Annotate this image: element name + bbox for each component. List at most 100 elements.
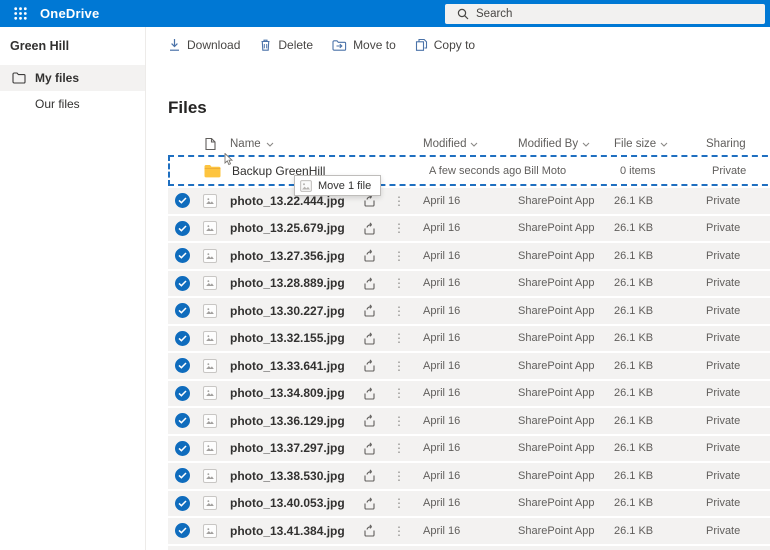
- move-to-button[interactable]: Move to: [332, 38, 396, 52]
- file-name[interactable]: photo_13.28.889.jpg: [224, 276, 359, 290]
- file-name[interactable]: photo_13.34.809.jpg: [224, 386, 359, 400]
- more-actions-button[interactable]: ⋮: [381, 470, 417, 482]
- selected-check-icon[interactable]: [174, 193, 190, 209]
- onedrive-app: OneDrive Search Green Hill My files Our …: [0, 0, 770, 550]
- more-actions-button[interactable]: ⋮: [381, 250, 417, 262]
- more-actions-button[interactable]: ⋮: [381, 332, 417, 344]
- table-row[interactable]: photo_13.25.679.jpg ⋮ April 16 SharePoin…: [168, 215, 770, 241]
- file-name[interactable]: photo_13.36.129.jpg: [224, 414, 359, 428]
- folder-icon: [12, 72, 26, 84]
- file-name[interactable]: photo_13.41.384.jpg: [224, 524, 359, 538]
- file-name[interactable]: photo_13.25.679.jpg: [224, 221, 359, 235]
- share-icon: [364, 222, 375, 235]
- table-row[interactable]: photo_13.28.889.jpg ⋮ April 16 SharePoin…: [168, 270, 770, 296]
- selected-check-icon[interactable]: [174, 358, 190, 374]
- selected-check-icon[interactable]: [174, 303, 190, 319]
- file-name[interactable]: photo_13.40.053.jpg: [224, 496, 359, 510]
- share-button[interactable]: [359, 442, 381, 455]
- table-row-partial[interactable]: [168, 545, 770, 550]
- file-name[interactable]: photo_13.37.297.jpg: [224, 441, 359, 455]
- copy-to-button[interactable]: Copy to: [415, 38, 475, 52]
- file-sharing: Private: [706, 194, 741, 207]
- column-header-modified-by[interactable]: Modified By: [512, 138, 608, 150]
- more-actions-button[interactable]: ⋮: [381, 195, 417, 207]
- file-sharing: Private: [706, 497, 741, 510]
- sidebar-item-my-files[interactable]: My files: [0, 65, 145, 91]
- vertical-ellipsis-icon: ⋮: [393, 358, 405, 373]
- file-modified-by: SharePoint App: [518, 442, 595, 455]
- more-actions-button[interactable]: ⋮: [381, 305, 417, 317]
- file-modified: April 16: [423, 524, 461, 537]
- more-actions-button[interactable]: ⋮: [381, 442, 417, 454]
- file-modified-by: SharePoint App: [518, 194, 595, 207]
- column-header-name[interactable]: Name: [224, 138, 359, 150]
- file-modified-by: SharePoint App: [518, 524, 595, 537]
- share-button[interactable]: [359, 222, 381, 235]
- delete-button[interactable]: Delete: [259, 38, 313, 52]
- more-actions-button[interactable]: ⋮: [381, 497, 417, 509]
- file-name[interactable]: photo_13.27.356.jpg: [224, 249, 359, 263]
- table-row[interactable]: photo_13.34.809.jpg ⋮ April 16 SharePoin…: [168, 380, 770, 406]
- column-header-modified[interactable]: Modified: [417, 138, 512, 150]
- share-button[interactable]: [359, 524, 381, 537]
- table-row[interactable]: photo_13.41.384.jpg ⋮ April 16 SharePoin…: [168, 518, 770, 544]
- table-row[interactable]: photo_13.38.530.jpg ⋮ April 16 SharePoin…: [168, 463, 770, 489]
- file-name[interactable]: photo_13.38.530.jpg: [224, 469, 359, 483]
- share-button[interactable]: [359, 387, 381, 400]
- file-size: 26.1 KB: [614, 249, 654, 262]
- table-row[interactable]: photo_13.36.129.jpg ⋮ April 16 SharePoin…: [168, 408, 770, 434]
- image-thumbnail-icon: [203, 386, 217, 401]
- search-input[interactable]: Search: [445, 4, 765, 24]
- share-button[interactable]: [359, 277, 381, 290]
- table-row[interactable]: photo_13.40.053.jpg ⋮ April 16 SharePoin…: [168, 490, 770, 516]
- table-row[interactable]: photo_13.33.641.jpg ⋮ April 16 SharePoin…: [168, 353, 770, 379]
- table-row[interactable]: photo_13.22.444.jpg ⋮ April 16 SharePoin…: [168, 188, 770, 214]
- drop-target-folder-row[interactable]: Backup GreenHill A few seconds ago Bill …: [168, 153, 770, 196]
- selected-check-icon[interactable]: [174, 495, 190, 511]
- share-button[interactable]: [359, 304, 381, 317]
- sidebar-item-label: My files: [35, 71, 80, 85]
- share-icon: [364, 442, 375, 455]
- more-actions-button[interactable]: ⋮: [381, 415, 417, 427]
- download-button[interactable]: Download: [168, 38, 240, 52]
- more-actions-button[interactable]: ⋮: [381, 387, 417, 399]
- app-launcher-icon[interactable]: [0, 0, 40, 27]
- more-actions-button[interactable]: ⋮: [381, 525, 417, 537]
- selected-check-icon[interactable]: [174, 220, 190, 236]
- selected-check-icon[interactable]: [174, 385, 190, 401]
- selected-check-icon[interactable]: [174, 330, 190, 346]
- column-header-file-size[interactable]: File size: [608, 138, 700, 150]
- more-actions-button[interactable]: ⋮: [381, 222, 417, 234]
- more-actions-button[interactable]: ⋮: [381, 277, 417, 289]
- table-row[interactable]: photo_13.37.297.jpg ⋮ April 16 SharePoin…: [168, 435, 770, 461]
- sidebar-item-our-files[interactable]: Our files: [0, 91, 145, 117]
- selected-check-icon[interactable]: [174, 523, 190, 539]
- table-row[interactable]: photo_13.30.227.jpg ⋮ April 16 SharePoin…: [168, 298, 770, 324]
- selected-check-icon[interactable]: [174, 275, 190, 291]
- vertical-ellipsis-icon: ⋮: [393, 248, 405, 263]
- share-button[interactable]: [359, 332, 381, 345]
- share-icon: [364, 277, 375, 290]
- file-name[interactable]: photo_13.32.155.jpg: [224, 331, 359, 345]
- file-sharing: Private: [706, 524, 741, 537]
- selected-check-icon[interactable]: [174, 413, 190, 429]
- selected-check-icon[interactable]: [174, 248, 190, 264]
- file-modified-by: SharePoint App: [518, 359, 595, 372]
- share-button[interactable]: [359, 359, 381, 372]
- file-name[interactable]: photo_13.30.227.jpg: [224, 304, 359, 318]
- table-row[interactable]: photo_13.27.356.jpg ⋮ April 16 SharePoin…: [168, 243, 770, 269]
- table-row[interactable]: photo_13.32.155.jpg ⋮ April 16 SharePoin…: [168, 325, 770, 351]
- share-button[interactable]: [359, 194, 381, 207]
- share-button[interactable]: [359, 497, 381, 510]
- selected-check-icon[interactable]: [174, 440, 190, 456]
- file-name[interactable]: photo_13.33.641.jpg: [224, 359, 359, 373]
- share-button[interactable]: [359, 414, 381, 427]
- column-header-sharing[interactable]: Sharing: [700, 138, 770, 150]
- copy-to-icon: [415, 38, 427, 51]
- image-thumbnail-icon: [203, 331, 217, 346]
- share-button[interactable]: [359, 469, 381, 482]
- selected-check-icon[interactable]: [174, 468, 190, 484]
- share-button[interactable]: [359, 249, 381, 262]
- more-actions-button[interactable]: ⋮: [381, 360, 417, 372]
- file-modified-by: SharePoint App: [518, 469, 595, 482]
